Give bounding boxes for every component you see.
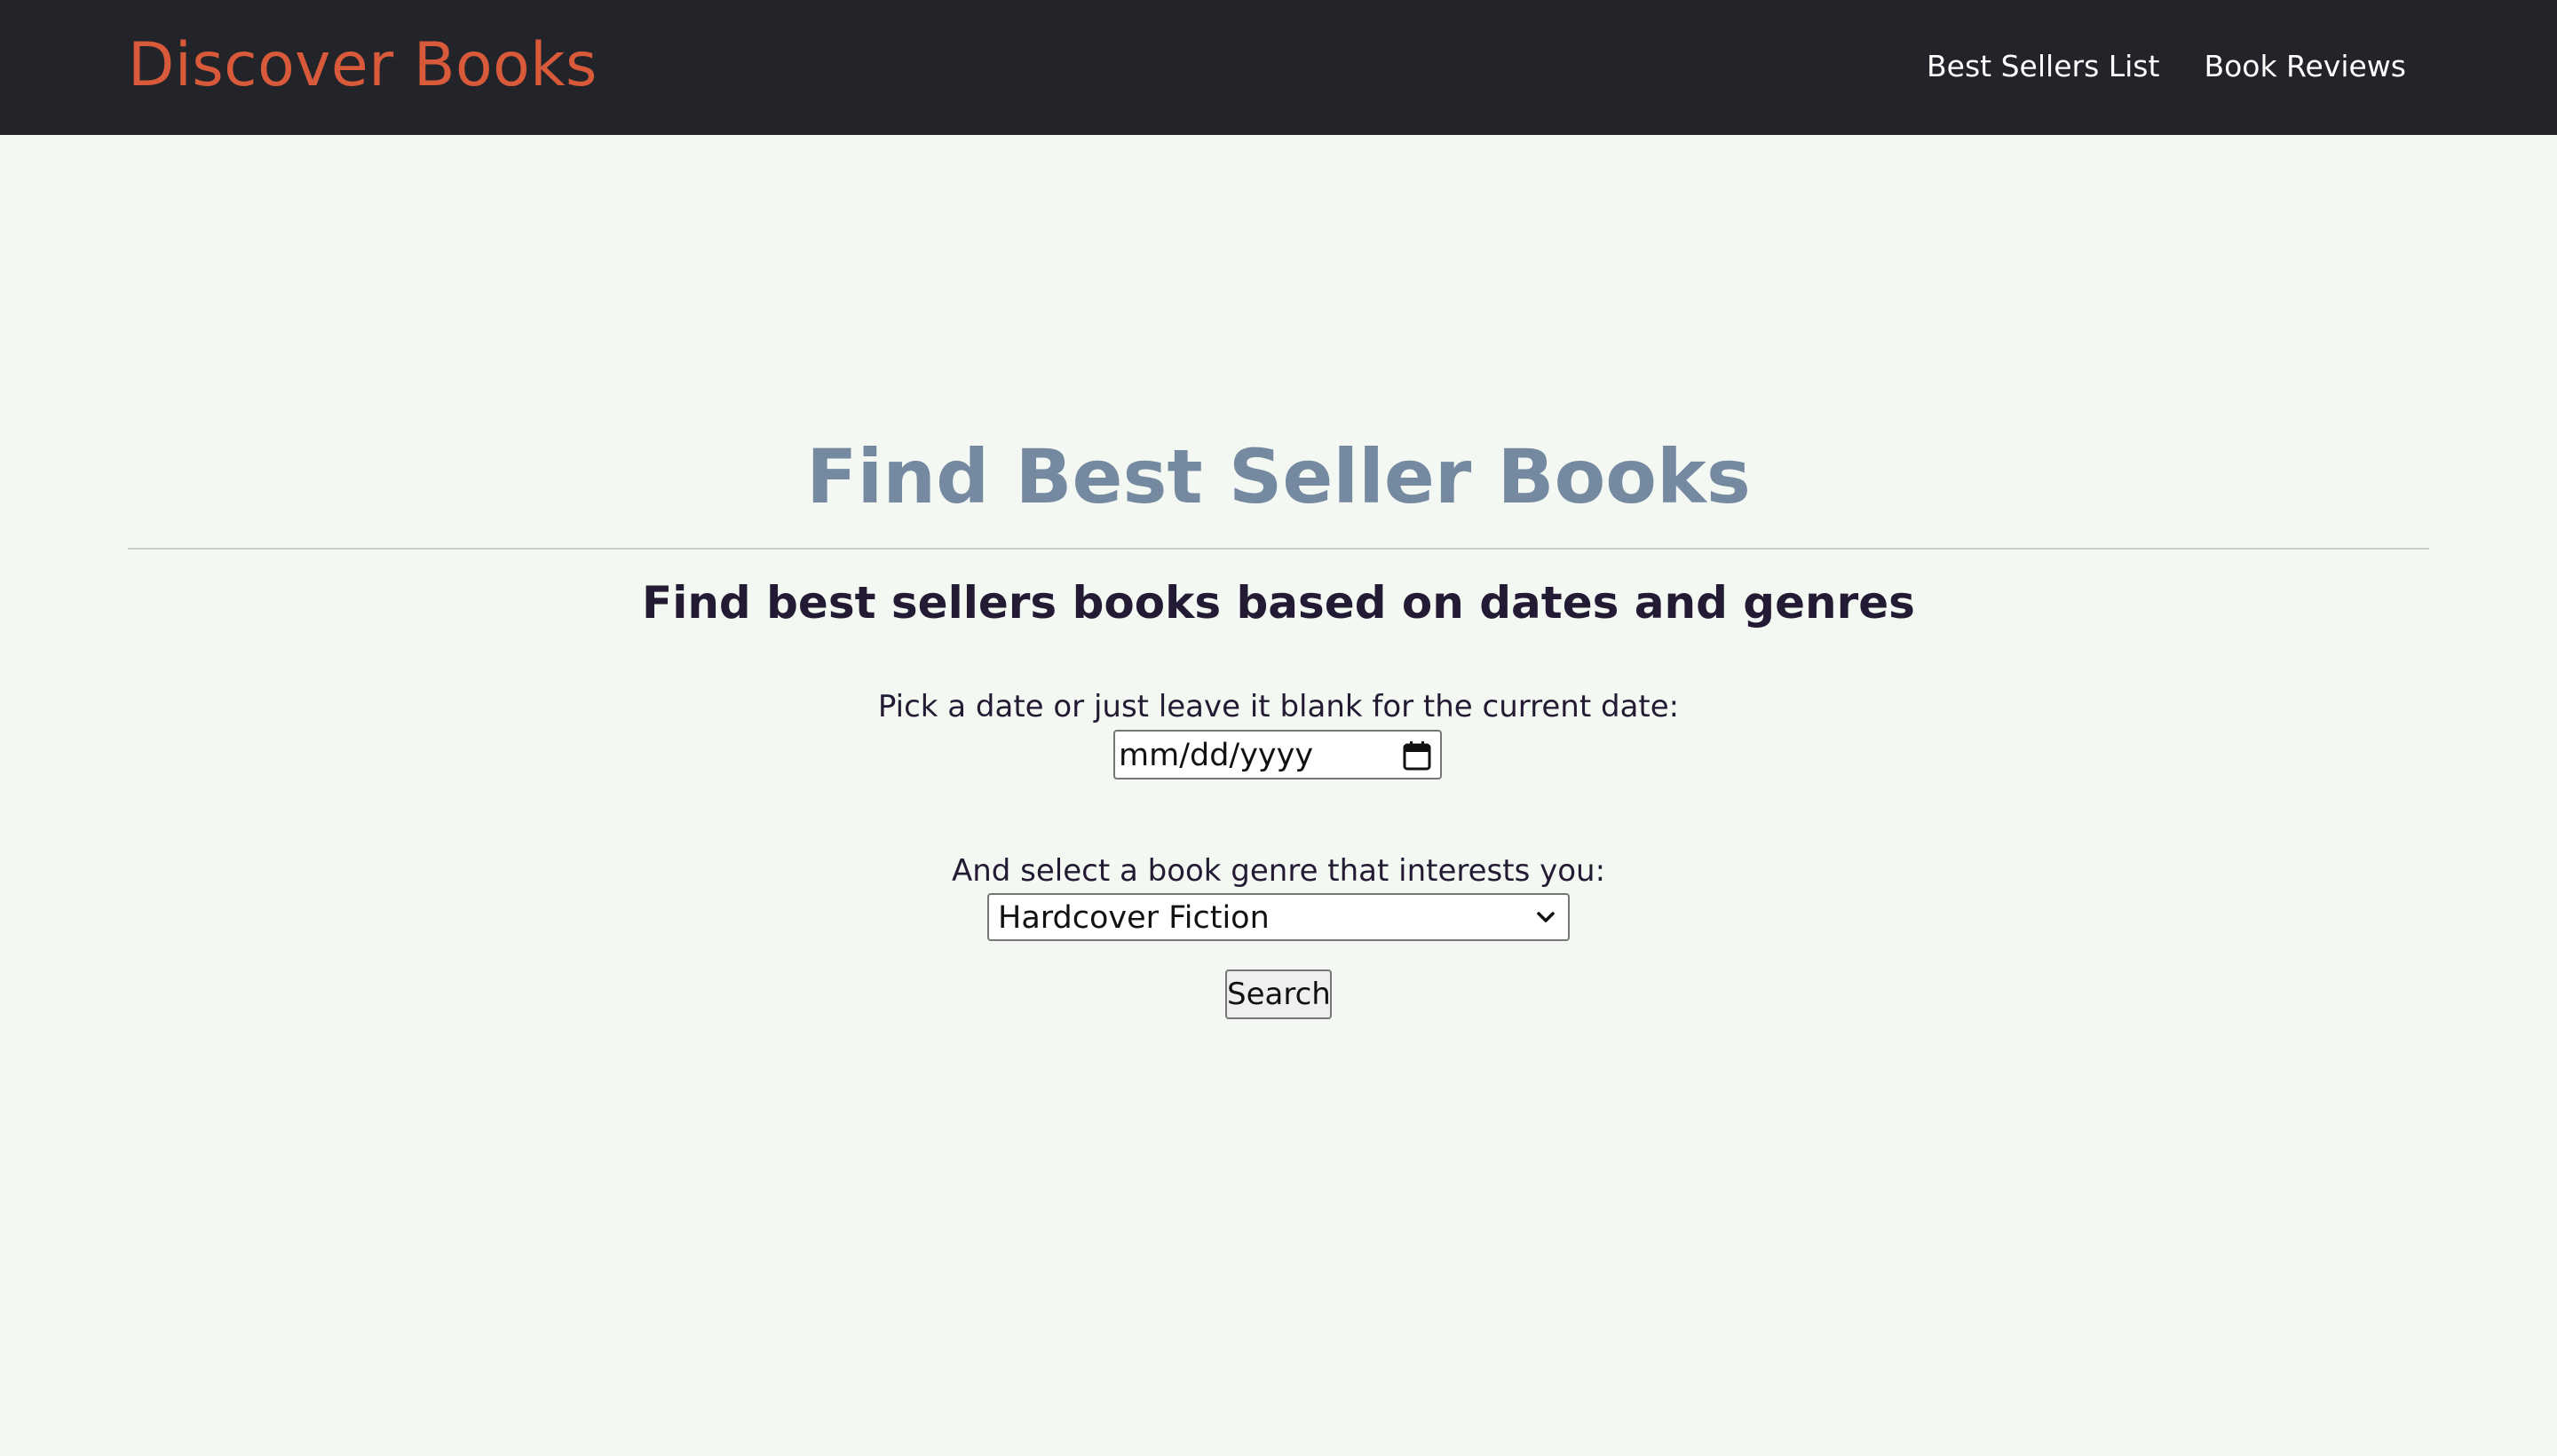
genre-label: And select a book genre that interests y… [951,853,1606,889]
date-input-placeholder: mm/dd/yyyy [1119,738,1314,773]
page-subtitle: Find best sellers books based on dates a… [642,577,1915,629]
nav-links: Best Sellers List Book Reviews [1927,44,2406,89]
divider [128,548,2429,550]
date-label: Pick a date or just leave it blank for t… [877,689,1680,724]
nav-link-book-reviews[interactable]: Book Reviews [2204,44,2406,89]
chevron-down-icon [1537,912,1555,922]
search-button[interactable]: Search [1225,969,1332,1019]
calendar-icon[interactable] [1403,740,1431,771]
page-title: Find Best Seller Books [806,433,1751,520]
nav-link-best-sellers-list[interactable]: Best Sellers List [1927,44,2159,89]
brand-logo[interactable]: Discover Books [128,25,598,107]
date-input[interactable]: mm/dd/yyyy [1113,730,1442,779]
navbar: Discover Books Best Sellers List Book Re… [0,0,2557,135]
genre-select-value: Hardcover Fiction [998,900,1270,936]
genre-select[interactable]: Hardcover Fiction [987,893,1570,941]
